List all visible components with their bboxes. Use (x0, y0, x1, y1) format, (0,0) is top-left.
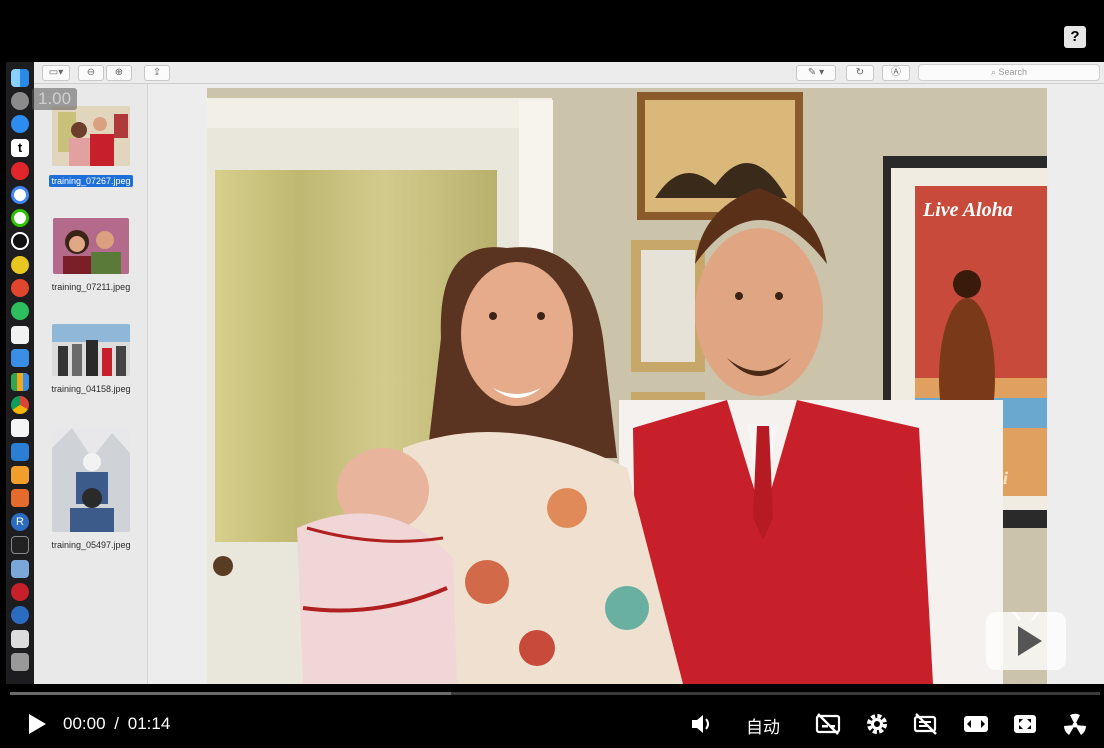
annotate-button[interactable]: Ⓐ (882, 65, 910, 81)
poster-text: Live Aloha (922, 199, 1013, 221)
time-separator: / (114, 714, 120, 733)
playback-speed-label: 1.00 (32, 88, 78, 110)
duration: 01:14 (127, 714, 171, 733)
quality-selector[interactable]: 自动 (746, 713, 780, 738)
photos-icon[interactable] (11, 559, 29, 578)
thumbnail-filename: training_07211.jpeg (51, 282, 131, 292)
thumbnail-image (52, 428, 130, 532)
thumbnail-item[interactable]: training_07267.jpeg (34, 106, 148, 189)
thumbnail-sidebar: training_07267.jpeg training_07211.jpeg (34, 84, 148, 684)
play-icon (1010, 609, 1042, 656)
tumblr-icon[interactable]: t (11, 138, 29, 157)
current-time: 00:00 (63, 714, 106, 733)
help-button[interactable]: ? (1064, 26, 1086, 48)
subtitles-off-icon[interactable] (814, 712, 842, 736)
wechat-icon[interactable] (11, 208, 29, 227)
main-photo: Live Aloha waii (207, 88, 1047, 684)
zoom-in-button[interactable]: ⊕ (106, 65, 132, 81)
share-button[interactable]: ⇪ (144, 65, 170, 81)
danmaku-off-icon[interactable] (912, 712, 940, 736)
thumbnail-item[interactable]: training_05497.jpeg (34, 428, 148, 550)
network-icon[interactable] (11, 606, 29, 625)
search-field[interactable]: ⌕ Search (918, 64, 1100, 81)
numbers-icon[interactable] (11, 372, 29, 391)
terminal-icon[interactable] (11, 536, 29, 555)
play-icon[interactable] (26, 712, 48, 736)
matlab-icon[interactable] (11, 489, 29, 508)
launchpad-icon[interactable] (11, 92, 29, 111)
rotate-button[interactable]: ↻ (846, 65, 874, 81)
center-play-button[interactable] (986, 609, 1066, 670)
settings-gear-icon[interactable] (864, 711, 890, 737)
preview-toolbar: ▭▾ ⊖ ⊕ ⇪ ✎ ▾ ↻ Ⓐ ⌕ Search (34, 62, 1104, 84)
volume-icon[interactable] (690, 712, 716, 736)
google-icon[interactable] (11, 185, 29, 204)
vscode-icon[interactable] (11, 442, 29, 461)
evernote-icon[interactable] (11, 302, 29, 321)
paper-icon[interactable] (11, 419, 29, 438)
thumbnail-image (52, 324, 130, 376)
radiation-icon[interactable] (1062, 711, 1088, 737)
widescreen-icon[interactable] (962, 712, 990, 736)
app-icon[interactable] (11, 279, 29, 298)
thumbnail-filename: training_07267.jpeg (49, 175, 133, 187)
search-icon: ⌕ (990, 67, 996, 77)
mac-dock: t R (6, 62, 34, 684)
finder-icon[interactable] (11, 68, 29, 87)
file-icon[interactable] (11, 629, 29, 648)
zoom-out-button[interactable]: ⊖ (78, 65, 104, 81)
family-photo-illustration: Live Aloha waii (207, 88, 1047, 684)
textedit-icon[interactable] (11, 325, 29, 344)
r-icon[interactable]: R (11, 512, 29, 531)
thumbnail-image (52, 106, 130, 166)
progress-bar[interactable] (10, 692, 1100, 695)
markup-button[interactable]: ✎ ▾ (796, 65, 836, 81)
time-display: 00:00 / 01:14 (63, 714, 170, 734)
qq-icon[interactable] (11, 232, 29, 251)
maps-icon[interactable] (11, 255, 29, 274)
thumbnail-item[interactable]: training_07211.jpeg (34, 218, 148, 292)
spider-icon[interactable] (11, 582, 29, 601)
buffered-bar (10, 692, 452, 695)
keynote-icon[interactable] (11, 349, 29, 368)
thumbnail-filename: training_05497.jpeg (51, 540, 131, 550)
trash-icon[interactable] (11, 653, 29, 672)
fullscreen-icon[interactable] (1012, 712, 1038, 736)
sidebar-toggle-button[interactable]: ▭▾ (42, 65, 70, 81)
video-player[interactable]: ? t R ▭▾ ⊖ ⊕ ⇪ ✎ ▾ ↻ Ⓐ ⌕ Search training… (0, 0, 1104, 748)
player-controls: 00:00 / 01:14 自动 (0, 700, 1104, 748)
thumbnail-image (53, 218, 129, 274)
chrome-icon[interactable] (11, 395, 29, 414)
sublime-icon[interactable] (11, 466, 29, 485)
thumbnail-filename: training_04158.jpeg (51, 384, 131, 394)
weibo-icon[interactable] (11, 162, 29, 181)
safari-icon[interactable] (11, 115, 29, 134)
thumbnail-item[interactable]: training_04158.jpeg (34, 324, 148, 394)
